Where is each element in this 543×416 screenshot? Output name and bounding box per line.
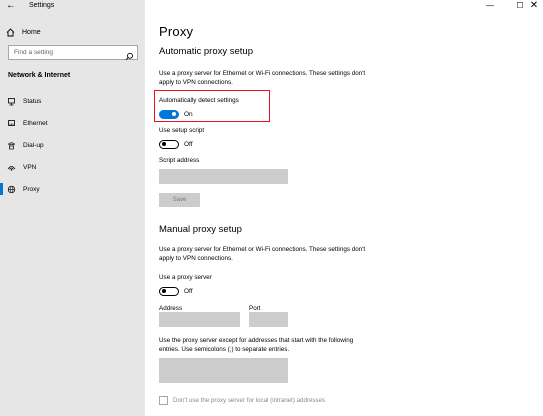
sidebar-item-proxy[interactable]: Proxy <box>0 180 145 198</box>
sidebar-item-status[interactable]: Status <box>0 92 145 110</box>
address-label: Address <box>159 305 183 312</box>
back-arrow-icon[interactable]: ← <box>4 0 18 13</box>
search-icon[interactable] <box>125 48 134 61</box>
proxy-icon <box>7 185 16 194</box>
exceptions-field[interactable] <box>159 358 288 383</box>
use-proxy-label: Use a proxy server <box>159 274 212 281</box>
sidebar-item-dialup[interactable]: Dial-up <box>0 136 145 154</box>
sidebar-item-vpn[interactable]: VPN <box>0 158 145 176</box>
sidebar-item-label: Status <box>23 97 42 105</box>
vpn-icon <box>7 163 16 172</box>
sidebar-item-label: Dial-up <box>23 141 44 149</box>
dialup-icon <box>7 141 16 150</box>
local-addresses-label: Don't use the proxy server for local (in… <box>173 397 326 404</box>
app-title: Settings <box>29 2 55 9</box>
highlight-box <box>154 90 270 122</box>
auto-proxy-description: Use a proxy server for Ethernet or Wi-Fi… <box>159 70 366 86</box>
script-address-field[interactable] <box>159 169 288 184</box>
sidebar-home[interactable]: Home <box>6 26 41 38</box>
use-proxy-toggle[interactable] <box>159 287 179 296</box>
sidebar-item-label: VPN <box>23 163 37 171</box>
home-icon <box>6 27 15 37</box>
search-input[interactable]: Find a setting <box>8 45 138 61</box>
sidebar-item-label: Ethernet <box>23 119 48 127</box>
manual-proxy-description: Use a proxy server for Ethernet or Wi-Fi… <box>159 246 366 262</box>
save-button[interactable]: Save <box>159 193 200 207</box>
toggle-knob <box>162 289 166 293</box>
sidebar-item-ethernet[interactable]: Ethernet <box>0 114 145 132</box>
page-title: Proxy <box>159 24 194 39</box>
setup-script-state: Off <box>184 141 193 148</box>
setup-script-label: Use setup script <box>159 127 205 134</box>
proxy-port-field[interactable] <box>249 312 288 327</box>
search-placeholder: Find a setting <box>14 49 54 56</box>
auto-proxy-heading: Automatic proxy setup <box>159 46 253 57</box>
section-label: Network & Internet <box>8 72 71 79</box>
main-content: Proxy Automatic proxy setup Use a proxy … <box>159 0 539 416</box>
local-addresses-checkbox[interactable] <box>159 396 168 405</box>
ethernet-icon <box>7 119 16 128</box>
port-label: Port <box>249 305 261 312</box>
manual-proxy-heading: Manual proxy setup <box>159 224 242 235</box>
sidebar: Home Find a setting Network & Internet S… <box>0 0 145 416</box>
proxy-address-field[interactable] <box>159 312 240 327</box>
status-icon <box>7 97 16 106</box>
use-proxy-state: Off <box>184 288 193 295</box>
setup-script-toggle[interactable] <box>159 140 179 149</box>
script-address-label: Script address <box>159 157 200 164</box>
sidebar-item-label: Proxy <box>23 185 40 193</box>
toggle-knob <box>162 142 166 146</box>
home-label: Home <box>22 28 41 36</box>
exceptions-description: Use the proxy server except for addresse… <box>159 337 354 353</box>
